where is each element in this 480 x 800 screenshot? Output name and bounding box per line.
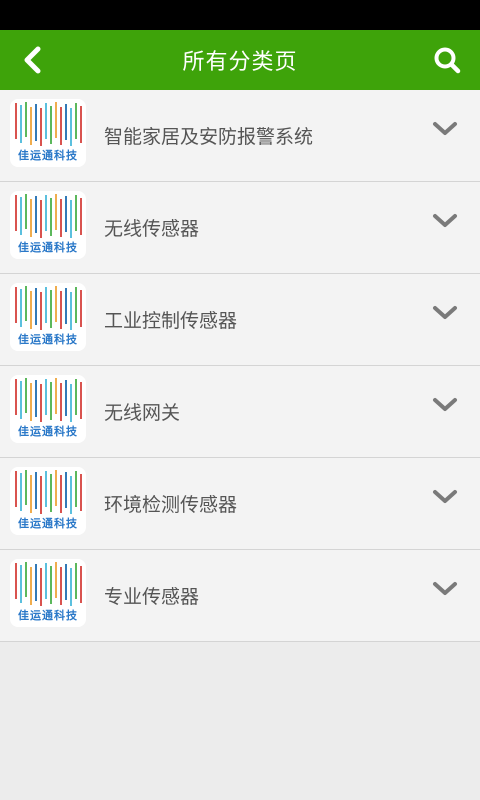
- brand-label: 佳运通科技: [18, 425, 78, 438]
- page-title: 所有分类页: [182, 50, 298, 75]
- category-label: 无线网关: [104, 402, 181, 424]
- category-item[interactable]: 佳运通科技 环境检测传感器: [0, 458, 480, 550]
- chevron-left-icon: [24, 46, 41, 74]
- back-button[interactable]: [18, 45, 48, 75]
- category-list: 佳运通科技 智能家居及安防报警系统 佳运通科技 无线传感器 佳运通科技 工业控制…: [0, 90, 480, 642]
- category-item[interactable]: 佳运通科技 专业传感器: [0, 550, 480, 642]
- chevron-down-icon[interactable]: [432, 212, 458, 230]
- category-item[interactable]: 佳运通科技 无线传感器: [0, 182, 480, 274]
- category-item[interactable]: 佳运通科技 工业控制传感器: [0, 274, 480, 366]
- category-thumbnail: 佳运通科技: [10, 467, 86, 535]
- category-thumbnail: 佳运通科技: [10, 283, 86, 351]
- brand-label: 佳运通科技: [18, 333, 78, 346]
- category-label: 无线传感器: [104, 218, 200, 240]
- brand-label: 佳运通科技: [18, 149, 78, 162]
- chevron-down-icon[interactable]: [432, 396, 458, 414]
- category-label: 环境检测传感器: [104, 494, 238, 516]
- brand-label: 佳运通科技: [18, 517, 78, 530]
- chevron-down-icon[interactable]: [432, 488, 458, 506]
- brand-label: 佳运通科技: [18, 609, 78, 622]
- status-bar: [0, 0, 480, 30]
- chevron-down-icon[interactable]: [432, 580, 458, 598]
- category-item[interactable]: 佳运通科技 智能家居及安防报警系统: [0, 90, 480, 182]
- search-icon: [434, 47, 461, 74]
- category-thumbnail: 佳运通科技: [10, 191, 86, 259]
- category-label: 工业控制传感器: [104, 310, 238, 332]
- search-button[interactable]: [432, 45, 462, 75]
- category-thumbnail: 佳运通科技: [10, 559, 86, 627]
- chevron-down-icon[interactable]: [432, 120, 458, 138]
- category-item[interactable]: 佳运通科技 无线网关: [0, 366, 480, 458]
- brand-label: 佳运通科技: [18, 241, 78, 254]
- chevron-down-icon[interactable]: [432, 304, 458, 322]
- app-header: 所有分类页: [0, 30, 480, 90]
- category-thumbnail: 佳运通科技: [10, 99, 86, 167]
- category-label: 智能家居及安防报警系统: [104, 126, 314, 148]
- category-thumbnail: 佳运通科技: [10, 375, 86, 443]
- category-label: 专业传感器: [104, 586, 200, 608]
